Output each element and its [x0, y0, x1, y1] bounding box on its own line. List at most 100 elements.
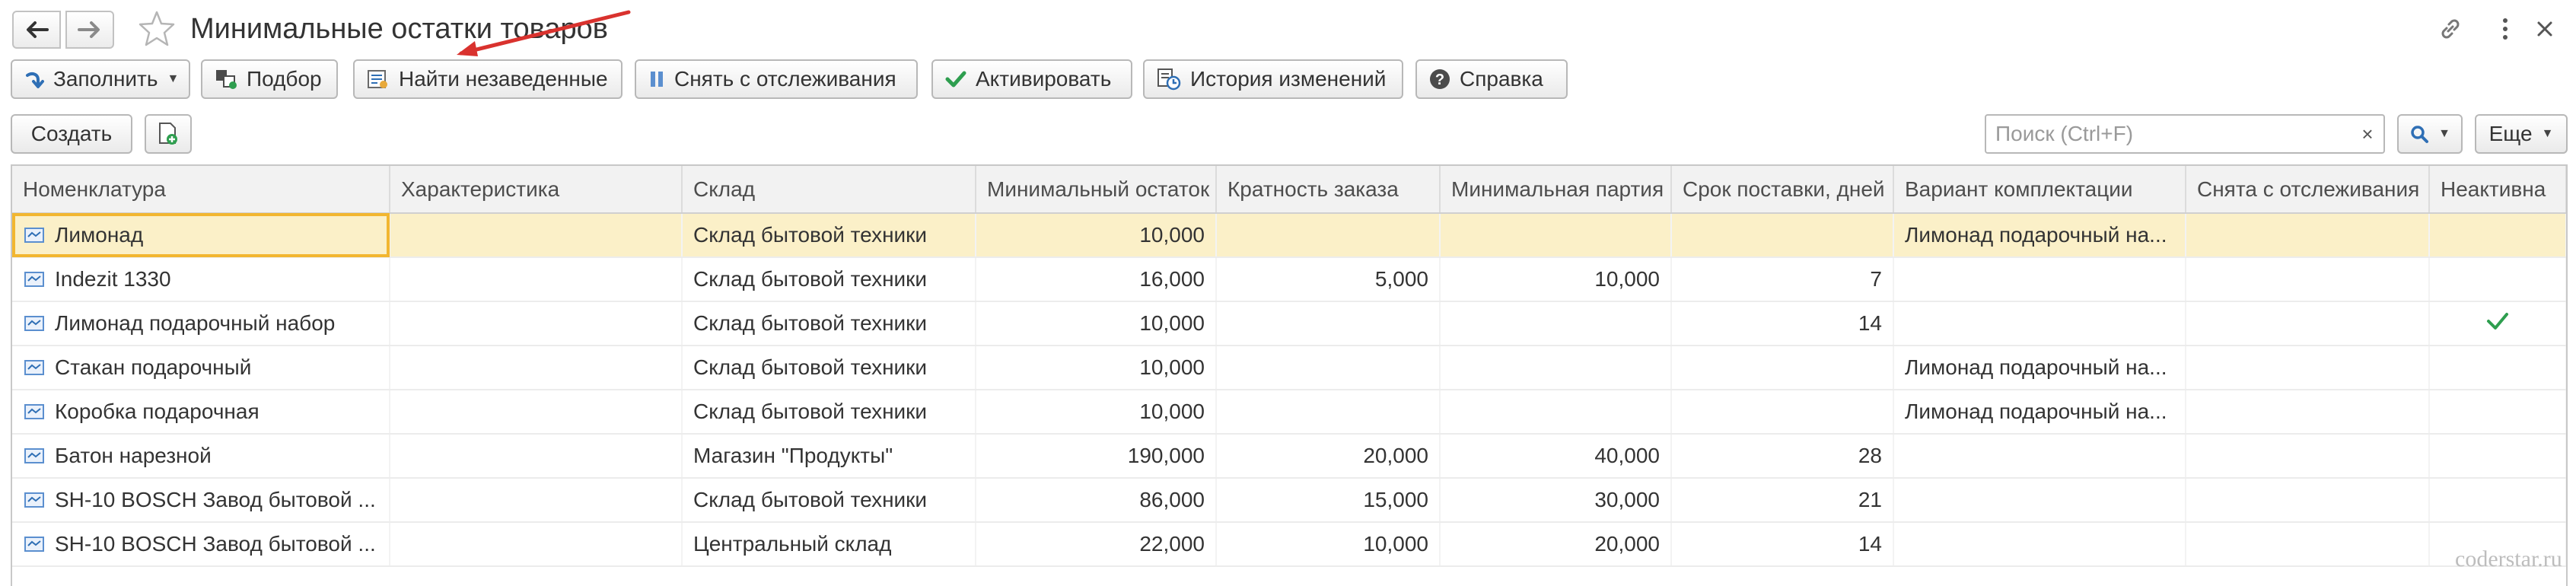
pick-button[interactable]: Подбор [201, 59, 338, 99]
table-row[interactable]: Стакан подарочный Склад бытовой техники 10… [12, 346, 2566, 390]
close-button[interactable] [2530, 14, 2560, 44]
cell-warehouse[interactable]: Склад бытовой техники [682, 346, 976, 390]
cell-nomenclature[interactable]: Лимонад подарочный набор [12, 301, 390, 346]
cell-min-stock[interactable]: 10,000 [976, 390, 1217, 435]
cell-multiplicity[interactable]: 5,000 [1216, 257, 1441, 302]
column-header-kit-variant[interactable]: Вариант комплектации [1893, 166, 2186, 214]
search-clear-button[interactable]: × [2352, 114, 2385, 154]
table-row[interactable]: Лимонад подарочный набор Склад бытовой те… [12, 301, 2566, 346]
cell-kit-variant[interactable] [1893, 522, 2186, 567]
cell-lead-time[interactable] [1671, 390, 1894, 435]
cell-multiplicity[interactable] [1216, 213, 1441, 258]
link-button[interactable] [2435, 14, 2466, 44]
cell-kit-variant[interactable] [1893, 478, 2186, 523]
column-header-untracked[interactable]: Снята с отслеживания [2186, 166, 2430, 214]
column-header-inactive[interactable]: Неактивна [2429, 166, 2566, 214]
cell-inactive[interactable] [2429, 257, 2566, 302]
cell-untracked[interactable] [2186, 390, 2430, 435]
cell-inactive[interactable] [2429, 301, 2566, 346]
search-input[interactable] [1985, 114, 2353, 154]
cell-untracked[interactable] [2186, 213, 2430, 258]
cell-kit-variant[interactable] [1893, 434, 2186, 479]
cell-min-stock[interactable]: 10,000 [976, 346, 1217, 390]
cell-lead-time[interactable] [1671, 213, 1894, 258]
cell-kit-variant[interactable]: Лимонад подарочный на... [1893, 346, 2186, 390]
add-document-button[interactable] [145, 114, 192, 154]
cell-lead-time[interactable]: 7 [1671, 257, 1894, 302]
cell-multiplicity[interactable] [1216, 346, 1441, 390]
cell-lead-time[interactable] [1671, 346, 1894, 390]
column-header-nomenclature[interactable]: Номенклатура [12, 166, 390, 214]
cell-warehouse[interactable]: Магазин "Продукты" [682, 434, 976, 479]
cell-characteristic[interactable] [390, 390, 683, 435]
column-header-min-stock[interactable]: Минимальный остаток [976, 166, 1217, 214]
cell-characteristic[interactable] [390, 434, 683, 479]
cell-lead-time[interactable]: 28 [1671, 434, 1894, 479]
cell-multiplicity[interactable]: 15,000 [1216, 478, 1441, 523]
column-header-warehouse[interactable]: Склад [682, 166, 976, 214]
cell-nomenclature[interactable]: Коробка подарочная [12, 390, 390, 435]
cell-inactive[interactable] [2429, 390, 2566, 435]
forward-button[interactable] [65, 11, 114, 49]
cell-min-stock[interactable]: 86,000 [976, 478, 1217, 523]
more-actions-button[interactable]: Еще ▼ [2475, 114, 2568, 154]
cell-characteristic[interactable] [390, 522, 683, 567]
column-header-lead-time[interactable]: Срок поставки, дней [1671, 166, 1894, 214]
cell-min-batch[interactable] [1440, 346, 1672, 390]
cell-nomenclature[interactable]: Стакан подарочный [12, 346, 390, 390]
back-button[interactable] [12, 11, 61, 49]
cell-min-stock[interactable]: 10,000 [976, 301, 1217, 346]
column-header-characteristic[interactable]: Характеристика [390, 166, 683, 214]
cell-min-batch[interactable] [1440, 390, 1672, 435]
cell-warehouse[interactable]: Склад бытовой техники [682, 301, 976, 346]
cell-multiplicity[interactable] [1216, 390, 1441, 435]
table-row[interactable]: Лимонад Склад бытовой техники 10,000 Лимона… [12, 213, 2566, 258]
cell-min-batch[interactable]: 30,000 [1440, 478, 1672, 523]
cell-inactive[interactable] [2429, 434, 2566, 479]
cell-characteristic[interactable] [390, 213, 683, 258]
cell-min-batch[interactable]: 40,000 [1440, 434, 1672, 479]
cell-characteristic[interactable] [390, 301, 683, 346]
activate-button[interactable]: Активировать [931, 59, 1132, 99]
column-header-min-batch[interactable]: Минимальная партия [1440, 166, 1672, 214]
cell-warehouse[interactable]: Центральный склад [682, 522, 976, 567]
cell-min-stock[interactable]: 16,000 [976, 257, 1217, 302]
cell-multiplicity[interactable]: 10,000 [1216, 522, 1441, 567]
cell-warehouse[interactable]: Склад бытовой техники [682, 478, 976, 523]
search-button[interactable]: ▼ [2397, 114, 2463, 154]
cell-inactive[interactable] [2429, 478, 2566, 523]
cell-min-batch[interactable] [1440, 213, 1672, 258]
cell-min-batch[interactable] [1440, 301, 1672, 346]
cell-characteristic[interactable] [390, 346, 683, 390]
cell-min-batch[interactable]: 10,000 [1440, 257, 1672, 302]
cell-untracked[interactable] [2186, 522, 2430, 567]
cell-inactive[interactable] [2429, 213, 2566, 258]
find-unregistered-button[interactable]: Найти незаведенные [353, 59, 623, 99]
cell-kit-variant[interactable]: Лимонад подарочный на... [1893, 390, 2186, 435]
cell-nomenclature[interactable]: SH-10 BOSCH Завод бытовой ... [12, 478, 390, 523]
table-row[interactable]: Indezit 1330 Склад бытовой техники 16,000 5… [12, 257, 2566, 302]
cell-kit-variant[interactable] [1893, 301, 2186, 346]
untrack-button[interactable]: Снять с отслеживания [635, 59, 918, 99]
star-icon[interactable] [137, 9, 177, 49]
cell-characteristic[interactable] [390, 257, 683, 302]
cell-min-stock[interactable]: 10,000 [976, 213, 1217, 258]
history-button[interactable]: История изменений [1143, 59, 1403, 99]
cell-nomenclature[interactable]: Батон нарезной [12, 434, 390, 479]
cell-lead-time[interactable]: 14 [1671, 301, 1894, 346]
help-button[interactable]: ? Справка [1415, 59, 1568, 99]
cell-lead-time[interactable]: 21 [1671, 478, 1894, 523]
table-row[interactable]: SH-10 BOSCH Завод бытовой ... Склад бытов… [12, 478, 2566, 523]
cell-nomenclature[interactable]: Indezit 1330 [12, 257, 390, 302]
cell-nomenclature[interactable]: Лимонад [12, 213, 390, 258]
cell-min-batch[interactable]: 20,000 [1440, 522, 1672, 567]
cell-kit-variant[interactable]: Лимонад подарочный на... [1893, 213, 2186, 258]
cell-multiplicity[interactable] [1216, 301, 1441, 346]
column-header-multiplicity[interactable]: Кратность заказа [1216, 166, 1441, 214]
cell-warehouse[interactable]: Склад бытовой техники [682, 213, 976, 258]
fill-button[interactable]: Заполнить ▼ [11, 59, 190, 99]
cell-untracked[interactable] [2186, 257, 2430, 302]
cell-kit-variant[interactable] [1893, 257, 2186, 302]
cell-min-stock[interactable]: 190,000 [976, 434, 1217, 479]
cell-warehouse[interactable]: Склад бытовой техники [682, 390, 976, 435]
